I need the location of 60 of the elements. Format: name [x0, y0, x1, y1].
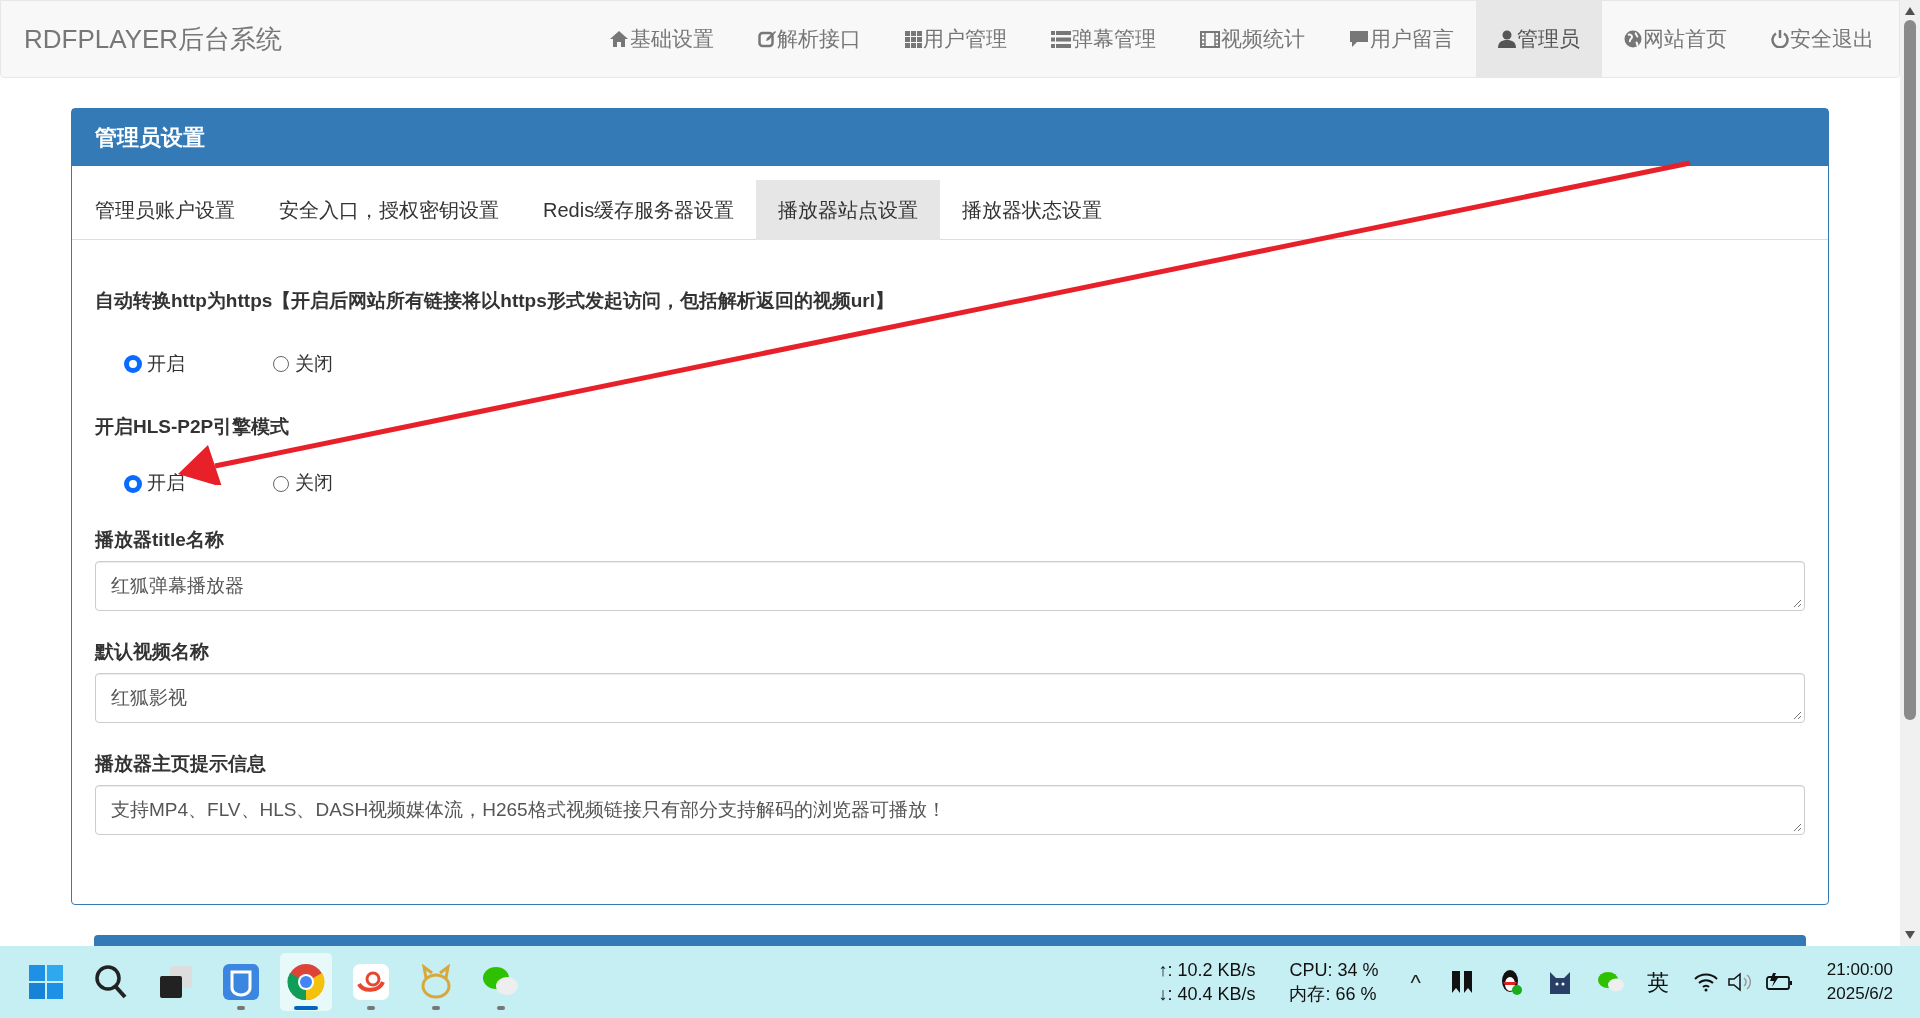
- memory-usage: 内存: 66 %: [1289, 983, 1378, 1006]
- nav-link[interactable]: 基础设置: [587, 1, 736, 77]
- tab[interactable]: 播放器站点设置: [756, 180, 941, 240]
- radio-button[interactable]: [125, 475, 141, 492]
- input-method-indicator[interactable]: 英: [1646, 965, 1669, 999]
- radio-option[interactable]: 开启: [125, 469, 273, 498]
- resize-grip-icon[interactable]: [1792, 822, 1802, 832]
- download-speed: ↓: 40.4 KB/s: [1158, 983, 1256, 1006]
- text-area[interactable]: 红狐影视: [95, 673, 1805, 723]
- nav-link[interactable]: 解析接口: [736, 1, 883, 77]
- list-icon: [1051, 30, 1071, 48]
- wifi-icon[interactable]: [1692, 972, 1719, 992]
- text-area[interactable]: 支持MP4、FLV、HLS、DASH视频媒体流，H265格式视频链接只有部分支持解码的浏览器可播放！: [95, 785, 1805, 835]
- radio-option[interactable]: 关闭: [273, 469, 421, 498]
- radio-option[interactable]: 开启: [125, 349, 273, 379]
- radio-option[interactable]: 关闭: [273, 349, 421, 379]
- nav-link[interactable]: 安全退出: [1749, 1, 1896, 77]
- field-label: 播放器title名称: [95, 528, 225, 552]
- radio-button[interactable]: [273, 475, 289, 492]
- scroll-up-icon[interactable]: [1904, 6, 1916, 16]
- tab[interactable]: 安全入口，授权密钥设置: [257, 180, 521, 240]
- browser-icon[interactable]: [280, 953, 332, 1011]
- clock-date[interactable]: 2025/6/2: [1826, 982, 1893, 1006]
- radio-button[interactable]: [125, 356, 141, 372]
- text-area[interactable]: 红狐弹幕播放器: [95, 561, 1805, 611]
- comment-icon: [1349, 30, 1369, 48]
- field-label: 开启HLS-P2P引擎模式: [95, 415, 291, 439]
- edit-icon: [758, 30, 776, 48]
- user-icon: [1498, 30, 1516, 48]
- panel-title: 管理员设置: [95, 124, 205, 152]
- clock-time[interactable]: 21:00:00: [1826, 958, 1893, 982]
- power-icon: [1771, 30, 1789, 48]
- cpu-usage: CPU: 34 %: [1289, 959, 1379, 982]
- nav-link[interactable]: 视频统计: [1178, 1, 1327, 77]
- field-label: 播放器主页提示信息: [95, 752, 267, 776]
- nav-link[interactable]: 用户留言: [1327, 1, 1476, 77]
- tab[interactable]: Redis缓存服务器设置: [521, 180, 757, 240]
- globe-icon: [1624, 30, 1642, 48]
- nav-link[interactable]: 网站首页: [1602, 1, 1749, 77]
- radio-button[interactable]: [273, 356, 289, 372]
- tab[interactable]: 播放器状态设置: [940, 180, 1125, 240]
- nav-link[interactable]: 用户管理: [883, 1, 1029, 77]
- app-tray-icon[interactable]: [1450, 970, 1473, 994]
- field-label: 默认视频名称: [95, 640, 210, 664]
- nav-link[interactable]: 管理员: [1476, 1, 1602, 77]
- home-icon: [609, 30, 629, 48]
- resize-grip-icon[interactable]: [1792, 598, 1802, 608]
- nav-link[interactable]: 弹幕管理: [1029, 1, 1178, 77]
- grid-icon: [905, 30, 922, 48]
- tab[interactable]: 管理员账户设置: [73, 180, 257, 240]
- speaker-icon[interactable]: [1726, 971, 1753, 993]
- brand-title[interactable]: RDFPLAYER后台系统: [24, 19, 283, 59]
- upload-speed: ↑: 10.2 KB/s: [1158, 959, 1256, 982]
- scroll-down-icon[interactable]: [1904, 930, 1916, 940]
- battery-icon[interactable]: [1764, 971, 1793, 993]
- scrollbar[interactable]: [1900, 0, 1920, 946]
- field-label: 自动转换http为https【开启后网站所有链接将以https形式发起访问，包括解析返回的视频url】: [95, 289, 895, 313]
- film-icon: [1200, 30, 1220, 48]
- tray-caret[interactable]: ^: [1410, 965, 1421, 999]
- resize-grip-icon[interactable]: [1792, 710, 1802, 720]
